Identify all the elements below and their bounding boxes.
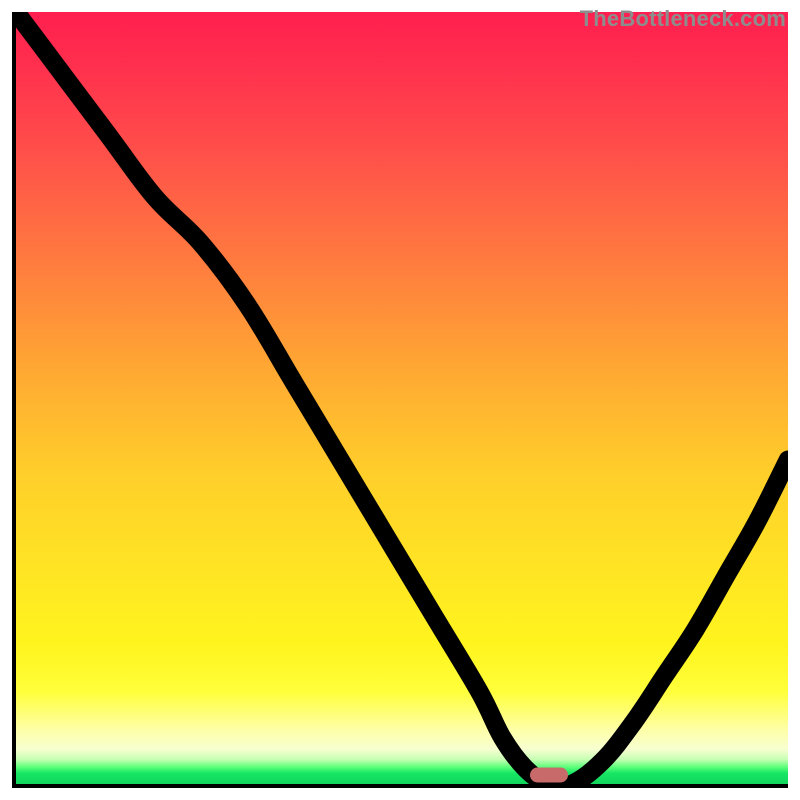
plot-area — [12, 12, 788, 788]
curve-path — [16, 12, 788, 784]
optimal-point-marker — [530, 768, 568, 783]
chart-frame: TheBottleneck.com — [0, 0, 800, 800]
watermark-text: TheBottleneck.com — [580, 6, 786, 32]
bottleneck-curve — [16, 12, 788, 784]
